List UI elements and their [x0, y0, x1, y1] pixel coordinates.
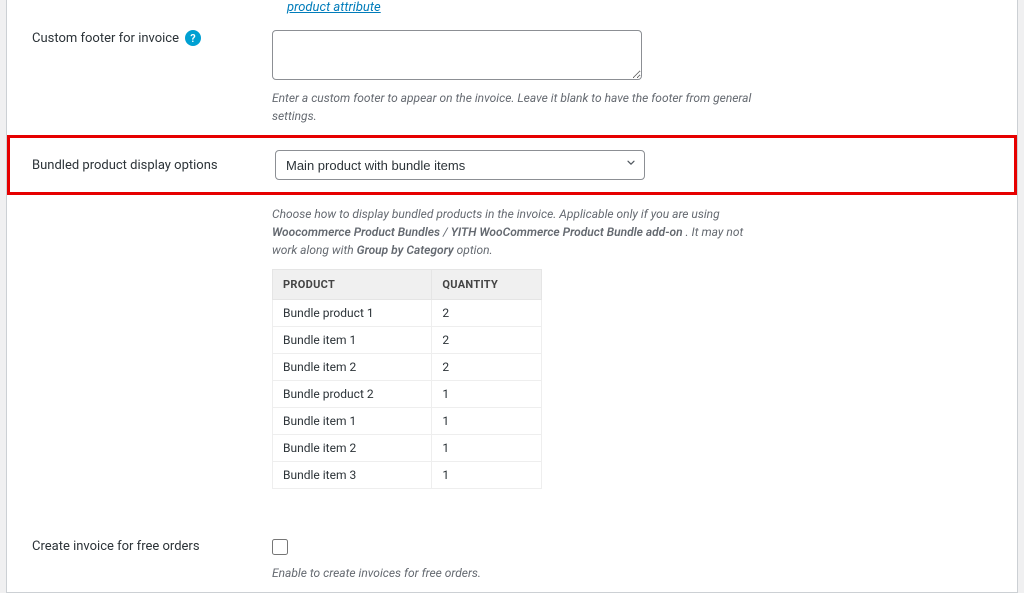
free-orders-description: Enable to create invoices for free order… [272, 564, 762, 582]
table-header-product: PRODUCT [273, 270, 432, 300]
quantity-cell: 2 [432, 354, 542, 381]
product-cell: Bundle item 1 [273, 327, 432, 354]
table-row: Bundle item 12 [273, 327, 542, 354]
table-row: Bundle product 21 [273, 381, 542, 408]
quantity-cell: 1 [432, 435, 542, 462]
table-row: Bundle item 31 [273, 462, 542, 489]
table-row: Bundle item 22 [273, 354, 542, 381]
table-row: Bundle product 12 [273, 300, 542, 327]
custom-footer-row: Custom footer for invoice ? Enter a cust… [7, 20, 1017, 135]
product-attribute-link[interactable]: product attribute [287, 0, 381, 15]
quantity-cell: 2 [432, 300, 542, 327]
bundle-example-table: PRODUCT QUANTITY Bundle product 12Bundle… [272, 269, 542, 489]
bundled-options-label: Bundled product display options [32, 158, 218, 173]
quantity-cell: 1 [432, 381, 542, 408]
bundled-options-description: Choose how to display bundled products i… [272, 205, 762, 259]
table-row: Bundle item 11 [273, 408, 542, 435]
custom-footer-label: Custom footer for invoice [32, 31, 179, 46]
free-orders-row: Create invoice for free orders Enable to… [7, 529, 1017, 592]
free-orders-label: Create invoice for free orders [32, 539, 200, 554]
help-icon[interactable]: ? [185, 30, 201, 46]
custom-footer-textarea[interactable] [272, 30, 642, 80]
quantity-cell: 1 [432, 462, 542, 489]
table-row: Bundle item 21 [273, 435, 542, 462]
product-cell: Bundle product 2 [273, 381, 432, 408]
quantity-cell: 1 [432, 408, 542, 435]
settings-panel: product attribute Custom footer for invo… [6, 0, 1018, 593]
free-orders-checkbox[interactable] [272, 539, 288, 555]
custom-footer-description: Enter a custom footer to appear on the i… [272, 89, 762, 125]
product-cell: Bundle item 2 [273, 435, 432, 462]
product-cell: Bundle item 1 [273, 408, 432, 435]
bundled-options-select[interactable]: Main product with bundle items [275, 150, 645, 180]
bundled-options-highlight: Bundled product display options Main pro… [7, 135, 1017, 195]
product-cell: Bundle item 3 [273, 462, 432, 489]
product-cell: Bundle item 2 [273, 354, 432, 381]
quantity-cell: 2 [432, 327, 542, 354]
product-cell: Bundle product 1 [273, 300, 432, 327]
table-header-quantity: QUANTITY [432, 270, 542, 300]
